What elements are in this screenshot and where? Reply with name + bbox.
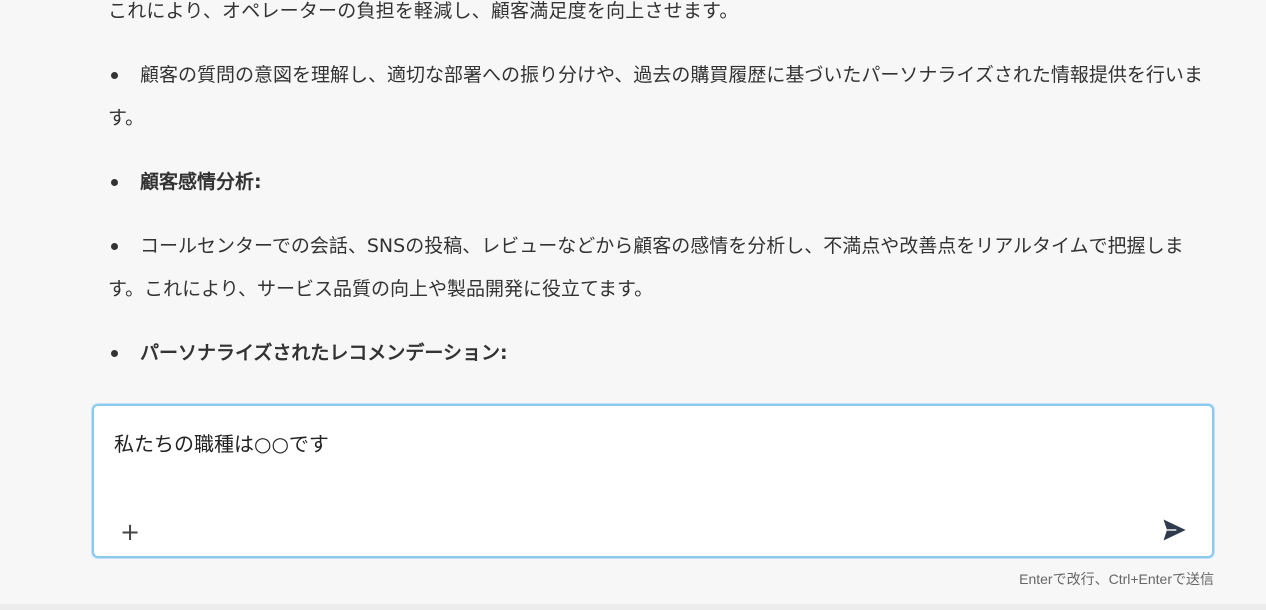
attach-button[interactable]: + <box>120 520 140 544</box>
send-icon[interactable] <box>1160 516 1188 544</box>
bullet-item: コールセンターでの会話、SNSの投稿、レビューなどから顧客の感情を分析し、不満点… <box>108 225 1203 311</box>
bullet-heading: パーソナライズされたレコメンデーション: <box>108 332 1203 375</box>
keyboard-hint: Enterで改行、Ctrl+Enterで送信 <box>1019 571 1214 587</box>
bullet-item: 顧客の質問の意図を理解し、適切な部署への振り分けや、過去の購買履歴に基づいたパー… <box>108 54 1203 140</box>
chat-page: これにより、オペレーターの負担を軽減し、顧客満足度を向上させます。 顧客の質問の… <box>0 0 1266 610</box>
bottom-divider <box>0 604 1266 610</box>
message-composer[interactable]: 私たちの職種は○○です + <box>92 404 1214 558</box>
message-paragraph: これにより、オペレーターの負担を軽減し、顧客満足度を向上させます。 <box>108 0 739 22</box>
bullet-heading: 顧客感情分析: <box>108 161 1203 204</box>
message-input[interactable]: 私たちの職種は○○です <box>114 428 329 457</box>
assistant-message: これにより、オペレーターの負担を軽減し、顧客満足度を向上させます。 顧客の質問の… <box>108 0 1203 460</box>
